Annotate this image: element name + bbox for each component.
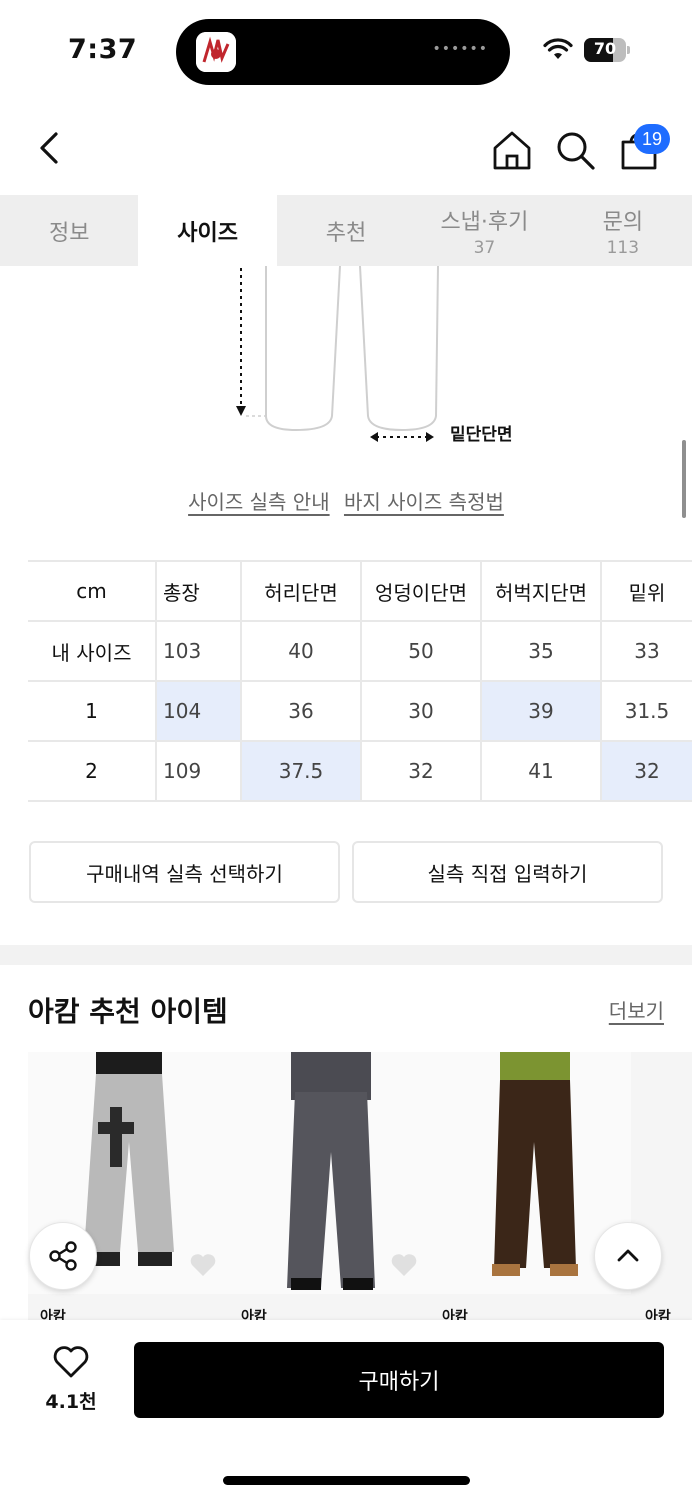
island-dots-icon: •••••• (432, 41, 488, 57)
cart-count-badge: 19 (634, 124, 670, 154)
wishlist-heart-icon[interactable] (189, 1252, 217, 1278)
table-cell: 39 (481, 680, 602, 741)
pants-measure-link[interactable]: 바지 사이즈 측정법 (344, 490, 504, 514)
app-icon (196, 32, 236, 72)
size-links: 사이즈 실측 안내 바지 사이즈 측정법 (0, 486, 692, 515)
tab-info[interactable]: 정보 (0, 195, 138, 266)
tab-size[interactable]: 사이즈 (138, 195, 277, 266)
table-row: 내 사이즈 103 40 50 35 33 (28, 620, 692, 681)
status-bar: 7:37 •••••• 70 (0, 0, 692, 100)
recommend-title: 아캄 추천 아이템 (28, 995, 228, 1028)
tab-recommend[interactable]: 추천 (277, 195, 415, 266)
pants-diagram (236, 266, 439, 442)
table-cell: 31.5 (601, 680, 692, 741)
tab-label: 스냅·후기 (440, 209, 529, 235)
tab-inquiry[interactable]: 문의 113 (554, 195, 692, 266)
buy-button[interactable]: 구매하기 (134, 1342, 664, 1418)
share-button[interactable] (29, 1222, 97, 1290)
home-indicator (223, 1476, 470, 1485)
manual-size-input-button[interactable]: 실측 직접 입력하기 (352, 841, 663, 903)
tab-label: 문의 (602, 209, 644, 235)
table-header-cell: 총장 (156, 560, 242, 621)
tab-snap-review[interactable]: 스냅·후기 37 (415, 195, 553, 266)
row-label: 2 (28, 740, 157, 802)
table-header-row: cm 총장 허리단면 엉덩이단면 허벅지단면 밑위 (28, 560, 692, 621)
table-header-cell: 엉덩이단면 (361, 560, 482, 621)
hem-width-label: 밑단단면 (450, 425, 513, 445)
app-header (0, 100, 692, 195)
table-cell: 32 (601, 740, 692, 802)
share-icon (49, 1241, 77, 1271)
back-icon[interactable] (28, 126, 72, 170)
wishlist-heart-icon[interactable] (390, 1252, 418, 1278)
table-header-cell: 허리단면 (241, 560, 362, 621)
battery-level: 70 (593, 39, 617, 58)
product-card[interactable]: 아캄 (229, 1052, 430, 1325)
table-cell: 103 (156, 620, 242, 681)
battery-icon: 70 (584, 38, 630, 62)
table-cell: 35 (481, 620, 602, 681)
table-cell: 104 (156, 680, 242, 741)
product-tabs: 정보 사이즈 추천 스냅·후기 37 문의 113 (0, 195, 692, 266)
table-header-cell: cm (28, 560, 157, 621)
table-cell: 50 (361, 620, 482, 681)
table-cell: 41 (481, 740, 602, 802)
tab-count: 37 (473, 237, 496, 258)
purchase-history-size-button[interactable]: 구매내역 실측 선택하기 (29, 841, 340, 903)
row-label: 내 사이즈 (28, 620, 157, 681)
table-header-cell: 허벅지단면 (481, 560, 602, 621)
table-cell: 33 (601, 620, 692, 681)
table-cell: 37.5 (241, 740, 362, 802)
tab-label: 추천 (325, 220, 367, 246)
table-row[interactable]: 1 104 36 30 39 31.5 (28, 680, 692, 741)
wifi-icon (543, 38, 573, 59)
table-cell: 36 (241, 680, 362, 741)
table-header-cell: 밑위 (601, 560, 692, 621)
table-cell: 40 (241, 620, 362, 681)
status-time: 7:37 (68, 34, 138, 65)
dynamic-island[interactable]: •••••• (176, 19, 510, 85)
home-icon[interactable] (490, 128, 534, 172)
section-divider (0, 945, 692, 965)
row-label: 1 (28, 680, 157, 741)
tab-label: 정보 (48, 220, 90, 246)
heart-icon (53, 1346, 89, 1378)
like-button[interactable]: 4.1천 (38, 1345, 104, 1415)
size-guide-link[interactable]: 사이즈 실측 안내 (188, 490, 330, 514)
product-card[interactable]: 아캄 (430, 1052, 631, 1325)
search-icon[interactable] (553, 128, 597, 172)
size-table: cm 총장 허리단면 엉덩이단면 허벅지단면 밑위 내 사이즈 103 40 5… (28, 560, 692, 802)
table-cell: 109 (156, 740, 242, 802)
table-cell: 32 (361, 740, 482, 802)
chevron-up-icon (617, 1249, 639, 1262)
recommend-products: 아캄 아캄 아캄 아캄 (28, 1052, 692, 1325)
more-link[interactable]: 더보기 (609, 995, 664, 1024)
table-row[interactable]: 2 109 37.5 32 41 32 (28, 740, 692, 802)
tab-label: 사이즈 (177, 220, 238, 246)
scroll-top-button[interactable] (594, 1222, 662, 1290)
tab-count: 113 (606, 237, 640, 258)
table-cell: 30 (361, 680, 482, 741)
like-count: 4.1천 (45, 1391, 97, 1413)
